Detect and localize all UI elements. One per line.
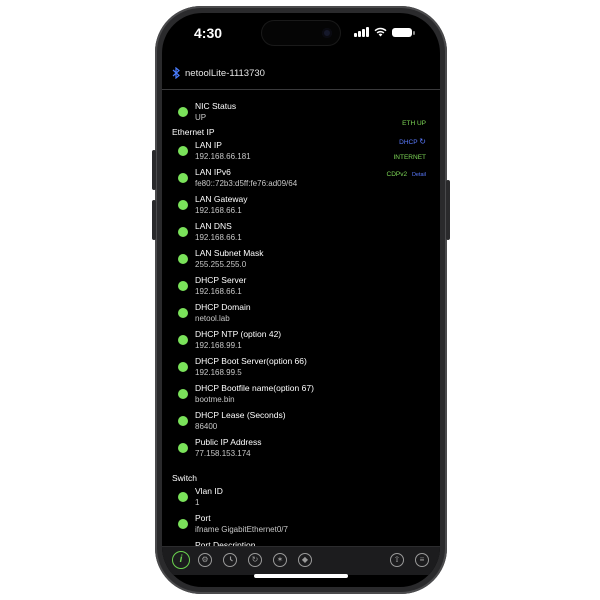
list-item: LAN Subnet Mask 255.255.255.0 [162, 248, 362, 274]
camera-icon [322, 28, 332, 38]
status-time: 4:30 [194, 25, 223, 41]
status-dot-icon [178, 416, 188, 426]
phone-screen: 4:30 netoolLite-1113730 NIC Status UP Et… [162, 13, 440, 587]
item-value: bootme.bin [195, 395, 235, 404]
item-label: DHCP Bootfile name(option 67) [195, 383, 314, 393]
item-label: Public IP Address [195, 437, 262, 447]
item-value: UP [195, 113, 207, 122]
list-icon[interactable]: ≡ [415, 553, 429, 567]
refresh-icon[interactable]: ↻ [419, 137, 426, 146]
status-dot-icon [178, 107, 188, 117]
status-dot-icon [178, 200, 188, 210]
item-value: 192.168.66.1 [195, 206, 242, 215]
list-item-nic-status: NIC Status UP [162, 101, 362, 127]
tag-icon[interactable]: ◆ [298, 553, 312, 567]
info-icon[interactable]: i [172, 551, 190, 569]
share-icon[interactable]: ⇧ [390, 553, 404, 567]
wifi-icon [374, 27, 387, 37]
item-value: 192.168.66.1 [195, 233, 242, 242]
item-label: DHCP Boot Server(option 66) [195, 356, 307, 366]
device-name: netoolLite-1113730 [185, 68, 265, 79]
title-bar: netoolLite-1113730 [162, 59, 440, 90]
item-label: DHCP Domain [195, 302, 251, 312]
item-value: 192.168.99.1 [195, 341, 242, 350]
status-dot-icon [178, 173, 188, 183]
bluetooth-icon [172, 67, 180, 79]
home-indicator [254, 574, 348, 578]
list-item: DHCP NTP (option 42) 192.168.99.1 [162, 329, 362, 355]
item-value: 192.168.99.5 [195, 368, 242, 377]
status-dot-icon [178, 362, 188, 372]
status-dot-icon [178, 227, 188, 237]
cellular-signal-icon [354, 27, 369, 37]
power-button [446, 180, 450, 240]
status-dot-icon [178, 335, 188, 345]
item-label: Port [195, 513, 211, 523]
list-item: DHCP Lease (Seconds) 86400 [162, 410, 362, 436]
item-label: DHCP NTP (option 42) [195, 329, 282, 339]
item-value: 192.168.66.1 [195, 287, 242, 296]
cdp-status-label: CDPv2 [386, 171, 408, 178]
settings-icon[interactable]: ⚙ [198, 553, 212, 567]
list-item: Port ifname GigabitEthernet0/7 [162, 513, 362, 539]
list-item: LAN IP 192.168.66.181 [162, 140, 362, 166]
volume-down-button [152, 200, 156, 240]
status-dot-icon [178, 443, 188, 453]
detail-link[interactable]: Detail [412, 172, 426, 178]
item-label: LAN Gateway [195, 194, 248, 204]
refresh-icon[interactable]: ↻ [248, 553, 262, 567]
battery-icon [392, 27, 415, 37]
section-header-switch: Switch [172, 473, 198, 483]
item-label: NIC Status [195, 101, 237, 111]
info-list[interactable]: NIC Status UP Ethernet IP ETH UP DHCP ↻ … [162, 90, 440, 546]
list-item: Vlan ID 1 [162, 486, 362, 512]
cdp-status: CDPv2 Detail [387, 171, 426, 178]
status-bar: 4:30 [162, 13, 440, 53]
item-value: ifname GigabitEthernet0/7 [195, 525, 288, 534]
dynamic-island [262, 21, 340, 45]
status-dot-icon [178, 519, 188, 529]
status-dot-icon [178, 146, 188, 156]
item-label: DHCP Lease (Seconds) [195, 410, 286, 420]
item-label: Vlan ID [195, 486, 223, 496]
internet-status-label: INTERNET [393, 154, 427, 161]
list-item: DHCP Bootfile name(option 67) bootme.bin [162, 383, 362, 409]
item-label: DHCP Server [195, 275, 247, 285]
list-item: DHCP Domain netool.lab [162, 302, 362, 328]
list-item: DHCP Server 192.168.66.1 [162, 275, 362, 301]
item-value: netool.lab [195, 314, 230, 323]
status-icons [354, 27, 415, 37]
item-label: LAN IPv6 [195, 167, 231, 177]
eth-status-label: ETH UP [402, 120, 426, 127]
bottom-toolbar: i ⚙ ↻ ✶ ◆ ⇧ ≡ [162, 546, 440, 575]
list-item: Public IP Address 77.158.153.174 [162, 437, 362, 463]
item-value: fe80::72b3:d5ff:fe76:ad09/64 [195, 179, 298, 188]
item-label: LAN Subnet Mask [195, 248, 264, 258]
dhcp-status-label: DHCP [399, 139, 418, 146]
item-value: 77.158.153.174 [195, 449, 251, 458]
item-value: 1 [195, 498, 200, 507]
item-value: 192.168.66.181 [195, 152, 251, 161]
section-header-ethernet-ip: Ethernet IP [172, 127, 215, 137]
list-item: LAN IPv6fe80::72b3:d5ff:fe76:ad09/64 [162, 167, 362, 193]
item-value: 86400 [195, 422, 218, 431]
item-label: LAN IP [195, 140, 222, 150]
status-dot-icon [178, 254, 188, 264]
status-dot-icon [178, 308, 188, 318]
status-dot-icon [178, 389, 188, 399]
volume-up-button [152, 150, 156, 190]
list-item: DHCP Boot Server(option 66) 192.168.99.5 [162, 356, 362, 382]
item-label: LAN DNS [195, 221, 232, 231]
bug-icon[interactable]: ✶ [273, 553, 287, 567]
list-item: LAN Gateway 192.168.66.1 [162, 194, 362, 220]
item-value: 255.255.255.0 [195, 260, 247, 269]
status-dot-icon [178, 492, 188, 502]
clock-icon[interactable] [223, 553, 237, 567]
list-item: LAN DNS 192.168.66.1 [162, 221, 362, 247]
dhcp-status[interactable]: DHCP ↻ [399, 137, 426, 146]
status-dot-icon [178, 281, 188, 291]
